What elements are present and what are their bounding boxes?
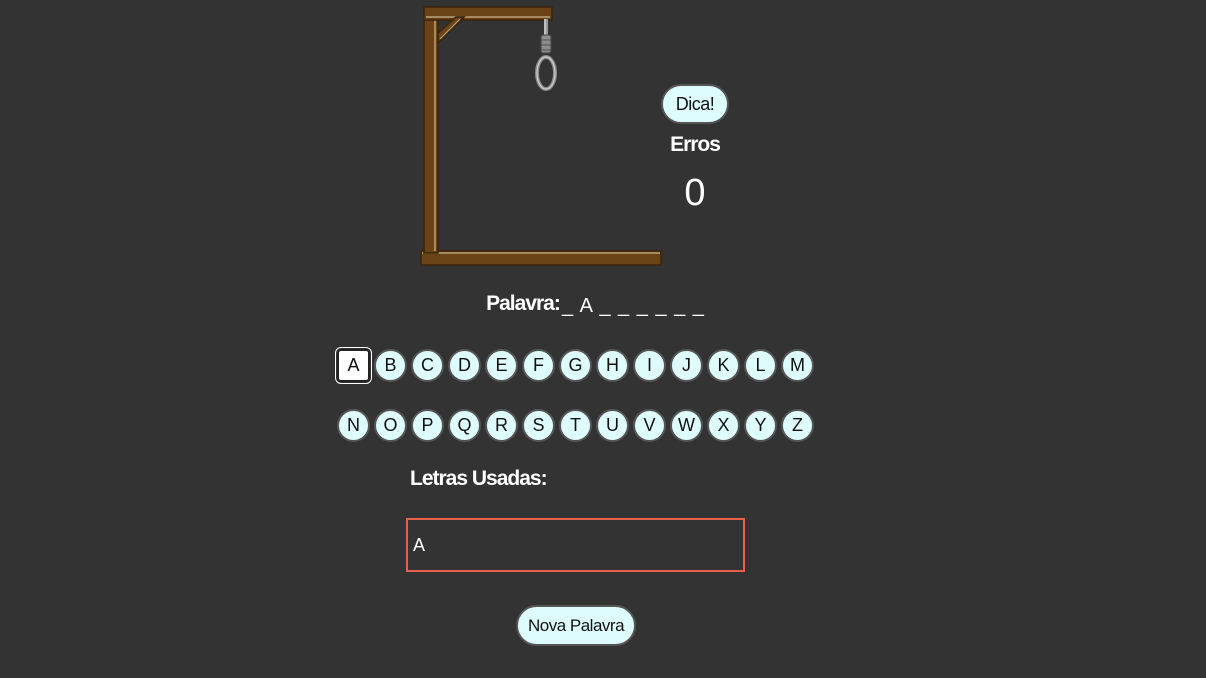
letter-key-a[interactable]: A	[335, 347, 372, 384]
letter-key-t[interactable]: T	[559, 409, 592, 442]
letter-key-f[interactable]: F	[522, 349, 555, 382]
letter-key-p[interactable]: P	[411, 409, 444, 442]
letter-key-d[interactable]: D	[448, 349, 481, 382]
hint-button[interactable]: Dica!	[661, 84, 729, 124]
letter-key-u[interactable]: U	[596, 409, 629, 442]
errors-label: Erros	[670, 133, 721, 156]
used-letters-value: A	[413, 534, 426, 555]
letter-key-j[interactable]: J	[670, 349, 703, 382]
letter-key-c[interactable]: C	[411, 349, 444, 382]
gallows-image	[420, 6, 662, 266]
letter-key-l[interactable]: L	[744, 349, 777, 382]
letter-key-x[interactable]: X	[707, 409, 740, 442]
letter-key-m[interactable]: M	[781, 349, 814, 382]
letter-key-y[interactable]: Y	[744, 409, 777, 442]
word-mask: _ A _ _ _ _ _ _	[562, 295, 705, 317]
letter-key-b[interactable]: B	[374, 349, 407, 382]
letter-key-o[interactable]: O	[374, 409, 407, 442]
used-letters-label: Letras Usadas:	[410, 467, 548, 490]
letter-keyboard-row-2: N O P Q R S T U V W X Y Z	[337, 409, 818, 442]
new-word-button[interactable]: Nova Palavra	[516, 605, 636, 646]
letter-key-q[interactable]: Q	[448, 409, 481, 442]
letter-key-h[interactable]: H	[596, 349, 629, 382]
letter-key-i[interactable]: I	[633, 349, 666, 382]
letter-key-v[interactable]: V	[633, 409, 666, 442]
word-label: Palavra:	[486, 292, 561, 315]
letter-key-r[interactable]: R	[485, 409, 518, 442]
letter-key-w[interactable]: W	[670, 409, 703, 442]
errors-count: 0	[684, 172, 706, 214]
letter-key-z[interactable]: Z	[781, 409, 814, 442]
letter-key-n[interactable]: N	[337, 409, 370, 442]
letter-key-g[interactable]: G	[559, 349, 592, 382]
letter-key-k[interactable]: K	[707, 349, 740, 382]
letter-key-s[interactable]: S	[522, 409, 555, 442]
letter-key-e[interactable]: E	[485, 349, 518, 382]
used-letters-box: A	[406, 518, 745, 572]
letter-keyboard-row-1: A B C D E F G H I J K L M	[335, 347, 818, 384]
